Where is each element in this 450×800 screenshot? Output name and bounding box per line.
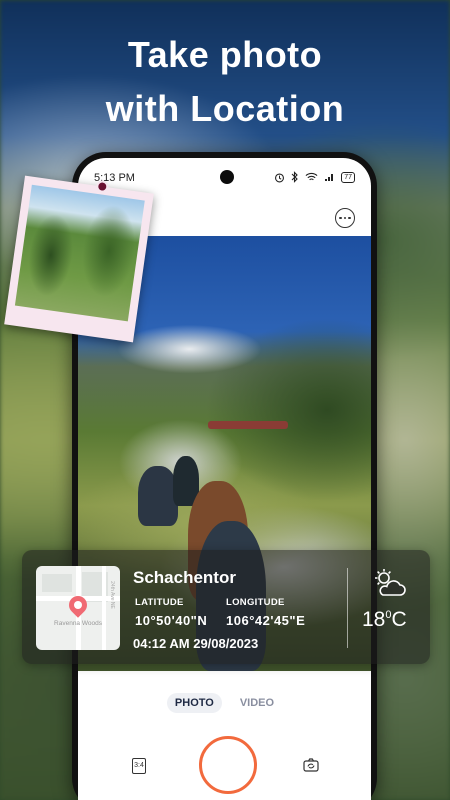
front-camera-icon: [220, 170, 234, 184]
pushpin-icon: [95, 179, 110, 194]
map-thumbnail: Ravenna Woods 24th Ave NE: [36, 566, 120, 650]
headline-line-2: with Location: [105, 88, 345, 129]
mode-video-tab[interactable]: VIDEO: [232, 693, 282, 713]
longitude-value: 106°42'45"E: [226, 613, 306, 628]
temperature-unit: C: [391, 608, 407, 631]
longitude-label: LONGITUDE: [226, 597, 285, 608]
aspect-ratio-button[interactable]: 3:4: [132, 758, 146, 774]
partly-cloudy-icon: [375, 569, 406, 596]
capture-datetime: 04:12 AM 29/08/2023: [133, 636, 259, 651]
location-name: Schachentor: [133, 568, 236, 587]
mode-photo-tab[interactable]: PHOTO: [166, 693, 222, 713]
card-divider: [347, 568, 348, 648]
alarm-icon: [275, 172, 285, 182]
switch-camera-icon[interactable]: [303, 758, 319, 772]
map-street-label: 24th Ave NE: [109, 581, 116, 609]
promo-headline: Take photo with Location: [0, 28, 450, 136]
polaroid-image: [14, 184, 145, 322]
status-icons: 77: [274, 171, 355, 183]
temperature-value: 18: [362, 608, 386, 631]
hiker-figure: [138, 466, 178, 526]
latitude-label: LATITUDE: [135, 597, 184, 608]
battery-icon: 77: [341, 171, 355, 183]
capture-mode-switch: PHOTO VIDEO: [78, 693, 371, 713]
more-options-button[interactable]: [335, 208, 355, 228]
signal-icon: [325, 174, 334, 181]
shutter-button[interactable]: [199, 736, 257, 794]
hiker-figure: [208, 421, 288, 429]
location-stamp-card: Ravenna Woods 24th Ave NE Schachentor LA…: [22, 550, 430, 664]
latitude-value: 10°50'40"N: [135, 613, 208, 628]
headline-line-1: Take photo: [127, 34, 323, 75]
bluetooth-icon: [291, 171, 298, 183]
sample-photo-polaroid: [4, 175, 154, 343]
temperature-readout: 180C: [362, 608, 407, 632]
map-place-label: Ravenna Woods: [54, 620, 102, 627]
wifi-icon: [305, 172, 318, 181]
